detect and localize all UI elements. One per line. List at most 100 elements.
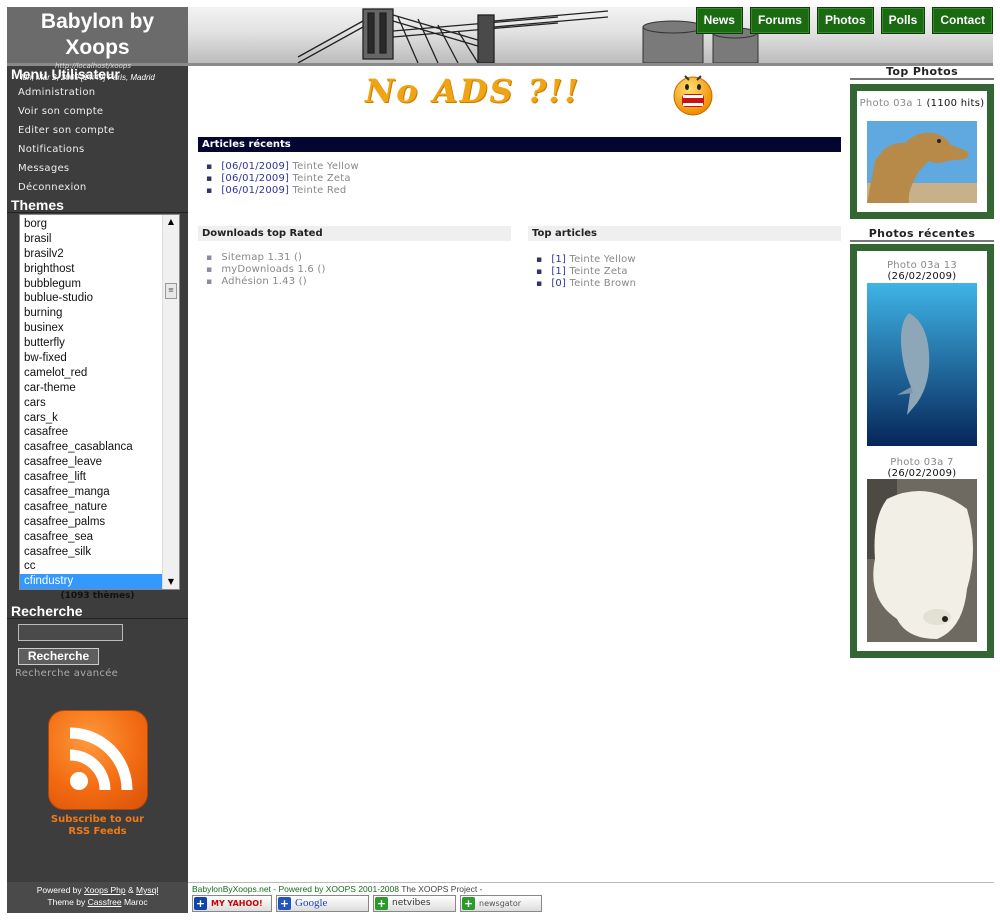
article-date[interactable]: [06/01/2009] [221,173,289,184]
recent-photos-box: Photo 03a 13 (26/02/2009) Photo 03a 7 (2… [850,244,994,658]
rss-feed-icon[interactable] [48,710,148,810]
article-count[interactable]: [0] [551,278,566,289]
list-item[interactable]: [0] Teinte Brown [536,278,636,290]
nav-photos-button[interactable]: Photos [816,7,874,34]
photo-caption[interactable]: Photo 03a 1 (1100 hits) [857,98,987,109]
dolphin-photo[interactable] [867,283,977,446]
no-ads-text: No ADS ?!! [365,72,581,110]
footer-tail: - [477,884,483,894]
photo-caption[interactable]: Photo 03a 7 (26/02/2009) [857,457,987,479]
menu-item-messages[interactable]: Messages [18,159,115,178]
article-title[interactable]: Teinte Zeta [293,173,351,184]
theme-option[interactable]: cfindustry [20,574,162,589]
scroll-thumb[interactable]: ≡ [165,283,177,299]
nav-forums-button[interactable]: Forums [749,7,810,34]
nav-polls-button[interactable]: Polls [880,7,926,34]
article-count[interactable]: [1] [551,254,566,265]
powered-by-link[interactable]: Powered by XOOPS 2001-2008 [278,884,399,894]
list-item[interactable]: [06/01/2009] Teinte Yellow [206,161,359,173]
nav-contact-button[interactable]: Contact [932,7,993,34]
downloads-top-rated-title: Downloads top Rated [198,226,511,241]
themes-listbox[interactable]: borg brasil brasilv2 brighthost bubblegum bub… [19,214,180,590]
theme-option[interactable]: cc [20,559,162,574]
newsgator-button[interactable]: + newsgator [460,895,542,912]
download-item[interactable]: myDownloads 1.6 () [206,264,326,276]
menu-item-view-account[interactable]: Voir son compte [18,102,115,121]
theme-option[interactable]: car-theme [20,381,162,396]
theme-option[interactable]: casafree_lift [20,470,162,485]
search-input[interactable] [18,624,123,641]
menu-item-notifications[interactable]: Notifications [18,140,115,159]
article-title[interactable]: Teinte Yellow [293,161,359,172]
rss-subscribe-text[interactable]: Subscribe to our RSS Feeds [7,814,188,838]
theme-option[interactable]: casafree_palms [20,515,162,530]
menu-item-administration[interactable]: Administration [18,83,115,102]
theme-option[interactable]: cars [20,396,162,411]
article-title[interactable]: Teinte Red [293,185,347,196]
article-title[interactable]: Teinte Zeta [569,266,627,277]
article-count[interactable]: [1] [551,266,566,277]
nav-news-button[interactable]: News [695,7,743,34]
netvibes-button[interactable]: + netvibes [373,895,456,912]
header: Babylon by Xoops News Forums Photos Poll… [7,7,993,63]
theme-option[interactable]: butterfly [20,336,162,351]
photo-name[interactable]: Photo 03a 1 [860,98,923,109]
mysql-link[interactable]: Mysql [136,885,158,895]
header-banner-image: News Forums Photos Polls Contact [188,7,993,63]
theme-option[interactable]: brasilv2 [20,247,162,262]
photo-info: (26/02/2009) [887,468,957,479]
top-navigation: News Forums Photos Polls Contact [695,7,993,34]
scroll-down-arrow-icon[interactable]: ▼ [163,575,179,589]
theme-option[interactable]: casafree [20,425,162,440]
theme-option[interactable]: businex [20,321,162,336]
article-date[interactable]: [06/01/2009] [221,185,289,196]
theme-option[interactable]: burning [20,306,162,321]
theme-option[interactable]: casafree_manga [20,485,162,500]
download-item[interactable]: Adhésion 1.43 () [206,276,326,288]
rss-line-2: RSS Feeds [68,826,127,837]
theme-option[interactable]: brasil [20,232,162,247]
themes-scrollbar[interactable]: ▲ ≡ ▼ [162,215,179,589]
theme-option[interactable]: borg [20,217,162,232]
advanced-search-link[interactable]: Recherche avancée [15,668,118,679]
theme-option[interactable]: casafree_casablanca [20,440,162,455]
search-button[interactable]: Recherche [18,648,99,665]
theme-author-link[interactable]: Cassfree [88,897,122,907]
photo-caption[interactable]: Photo 03a 13 (26/02/2009) [857,260,987,282]
theme-option[interactable]: bw-fixed [20,351,162,366]
site-logo[interactable]: Babylon by Xoops [7,7,188,63]
menu-item-edit-account[interactable]: Editer son compte [18,121,115,140]
article-title[interactable]: Teinte Brown [569,278,636,289]
article-title[interactable]: Teinte Yellow [569,254,635,265]
photo-name[interactable]: Photo 03a 7 [890,457,953,468]
site-link[interactable]: BabylonByXoops.net [192,884,271,894]
search-title-bar: Recherche [7,603,188,619]
theme-option[interactable]: brighthost [20,262,162,277]
theme-option[interactable]: casafree_silk [20,545,162,560]
list-item[interactable]: [1] Teinte Zeta [536,266,636,278]
themes-title-bar: Themes [7,197,188,213]
article-date[interactable]: [06/01/2009] [221,161,289,172]
footer-text: BabylonByXoops.net - Powered by XOOPS 20… [192,884,482,894]
top-articles-title: Top articles [528,226,841,241]
google-button[interactable]: + Google [276,895,369,912]
theme-option[interactable]: casafree_nature [20,500,162,515]
camel-photo[interactable] [867,121,977,203]
xoops-php-link[interactable]: Xoops Php [84,885,126,895]
menu-item-logout[interactable]: Déconnexion [18,178,115,197]
polar-bear-photo[interactable] [867,479,977,642]
theme-option[interactable]: casafree_sea [20,530,162,545]
photo-name[interactable]: Photo 03a 13 [887,260,957,271]
list-item[interactable]: [1] Teinte Yellow [536,254,636,266]
theme-option[interactable]: bubblegum [20,277,162,292]
list-item[interactable]: [06/01/2009] Teinte Red [206,185,359,197]
theme-option[interactable]: cars_k [20,411,162,426]
download-item[interactable]: Sitemap 1.31 () [206,252,326,264]
theme-option[interactable]: casafree_leave [20,455,162,470]
theme-option[interactable]: camelot_red [20,366,162,381]
my-yahoo-button[interactable]: + MY YAHOO! [192,895,272,912]
xoops-project-link[interactable]: The XOOPS Project [401,884,477,894]
scroll-up-arrow-icon[interactable]: ▲ [163,215,179,229]
theme-option[interactable]: bublue-studio [20,291,162,306]
list-item[interactable]: [06/01/2009] Teinte Zeta [206,173,359,185]
